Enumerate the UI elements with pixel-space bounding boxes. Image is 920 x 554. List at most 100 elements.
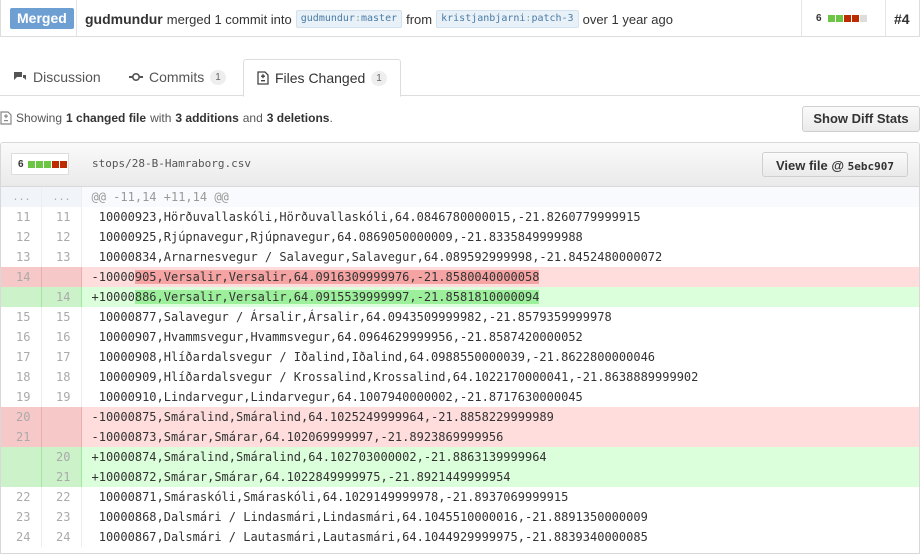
diff-code: @@ -11,14 +11,14 @@ <box>81 187 919 207</box>
head-branch-tag[interactable]: kristjanbjarni:patch-3 <box>436 10 579 28</box>
new-line-number[interactable]: 13 <box>41 247 82 267</box>
pr-number: #4 <box>894 11 910 27</box>
new-line-number[interactable] <box>41 407 82 427</box>
file-diffstat-count: 6 <box>18 158 24 170</box>
pr-tabs: Discussion Commits 1 Files Changed 1 <box>0 59 920 97</box>
diff-line-ctx: 16 16 10000907,Hvammsvegur,Hvammsvegur,64… <box>1 327 919 347</box>
base-user: gudmundur <box>300 13 355 24</box>
new-line-number[interactable]: 19 <box>41 387 82 407</box>
summary-prefix: Showing <box>16 111 63 125</box>
code-text: -10000875,Smáralind,Smáralind,64.1025249… <box>91 410 554 424</box>
old-line-number[interactable]: 11 <box>1 207 42 227</box>
old-line-number[interactable] <box>1 287 42 307</box>
diffstat-add-block <box>35 160 43 168</box>
new-line-number[interactable]: ... <box>41 187 82 207</box>
file-path: stops/28-B-Hamraborg.csv <box>92 157 251 170</box>
new-line-number[interactable]: 23 <box>41 507 82 527</box>
view-file-button[interactable]: View file @ 5ebc907 <box>762 152 908 177</box>
head-user: kristjanbjarni <box>441 13 526 24</box>
old-line-number[interactable] <box>1 447 42 467</box>
old-line-number[interactable]: 23 <box>1 507 42 527</box>
summary-and: and <box>242 111 263 125</box>
new-line-number[interactable]: 21 <box>41 467 82 487</box>
code-text: +10000874,Smáralind,Smáralind,64.1027030… <box>91 450 547 464</box>
head-branch: patch-3 <box>531 13 574 24</box>
old-line-number[interactable]: ... <box>1 187 42 207</box>
old-line-number[interactable]: 18 <box>1 367 42 387</box>
old-line-number[interactable] <box>1 467 42 487</box>
diff-code: +10000886,Versalir,Versalir,64.091553999… <box>81 287 919 307</box>
tab-commits[interactable]: Commits 1 <box>129 59 226 95</box>
show-diff-stats-button[interactable]: Show Diff Stats <box>802 106 920 132</box>
diff-code: 10000909,Hlíðardalsvegur / Krossalind,Kr… <box>91 370 699 384</box>
code-text: -10000873,Smárar,Smárar,64.102069999997,… <box>91 430 504 444</box>
commit-sha: 5ebc907 <box>847 160 895 173</box>
file-diff-icon <box>0 111 12 125</box>
old-line-number[interactable]: 20 <box>1 407 42 427</box>
diff-code: -10000873,Smárar,Smárar,64.102069999997,… <box>81 427 919 447</box>
diff-code: 10000907,Hvammsvegur,Hvammsvegur,64.0964… <box>91 330 583 344</box>
old-line-number[interactable]: 15 <box>1 307 42 327</box>
tab-label: Discussion <box>33 69 101 85</box>
old-line-number[interactable]: 12 <box>1 227 42 247</box>
diffstat-count: 6 <box>816 13 822 24</box>
merged-status-badge: Merged <box>10 8 74 29</box>
new-line-number[interactable]: 24 <box>41 527 82 547</box>
diff-line-ctx: 24 24 10000867,Dalsmári / Lautasmári,Laut… <box>1 527 919 547</box>
diffstat-add-block <box>27 160 35 168</box>
code-text: +10000872,Smárar,Smárar,64.1022849999975… <box>91 470 511 484</box>
merge-summary: gudmundur merged 1 commit into gudmundur… <box>85 10 673 28</box>
old-line-number[interactable]: 17 <box>1 347 42 367</box>
diff-code: 10000910,Lindarvegur,Lindarvegur,64.1007… <box>91 390 583 404</box>
new-line-number[interactable] <box>41 427 82 447</box>
file-diff-icon <box>257 71 269 85</box>
new-line-number[interactable]: 16 <box>41 327 82 347</box>
diffstat-del-block <box>843 15 851 22</box>
diff-code: -10000905,Versalir,Versalir,64.091630999… <box>81 267 919 287</box>
diffstat-del-block <box>51 160 59 168</box>
diff-line-ctx: 17 17 10000908,Hlíðardalsvegur / Iðalind,… <box>1 347 919 367</box>
diff-line-add: 21 +10000872,Smárar,Smárar,64.10228499999… <box>1 467 919 487</box>
diffstat-add-block <box>827 15 835 22</box>
diff-line-ctx: 23 23 10000868,Dalsmári / Lindasmári,Lind… <box>1 507 919 527</box>
new-line-number[interactable]: 17 <box>41 347 82 367</box>
diff-line-ctx: 19 19 10000910,Lindarvegur,Lindarvegur,64… <box>1 387 919 407</box>
header-divider <box>801 0 802 36</box>
tab-discussion[interactable]: Discussion <box>13 59 101 95</box>
old-line-number[interactable]: 13 <box>1 247 42 267</box>
diff-line-add: 14 +10000886,Versalir,Versalir,64.0915539… <box>1 287 919 307</box>
new-line-number[interactable]: 22 <box>41 487 82 507</box>
old-line-number[interactable]: 22 <box>1 487 42 507</box>
old-line-number[interactable]: 14 <box>1 267 42 287</box>
old-line-number[interactable]: 19 <box>1 387 42 407</box>
diff-hunk-row: ...... @@ -11,14 +11,14 @@ <box>1 187 919 207</box>
new-line-number[interactable]: 15 <box>41 307 82 327</box>
old-line-number[interactable]: 21 <box>1 427 42 447</box>
tab-files-changed[interactable]: Files Changed 1 <box>243 59 401 97</box>
new-line-number[interactable]: 20 <box>41 447 82 467</box>
diffstat-add-block <box>835 15 843 22</box>
new-line-number[interactable]: 12 <box>41 227 82 247</box>
diff-code: +10000872,Smárar,Smárar,64.1022849999975… <box>81 467 919 487</box>
diff-code: 10000867,Dalsmári / Lautasmári,Lautasmár… <box>91 530 648 544</box>
diffstat-neutral-block <box>859 15 867 22</box>
diffstat-blocks <box>827 15 867 22</box>
old-line-number[interactable]: 24 <box>1 527 42 547</box>
diff-table: ...... @@ -11,14 +11,14 @@ 11 11 10000923,H… <box>1 187 919 547</box>
diff-line-ctx: 15 15 10000877,Salavegur / Ársalir,Ársali… <box>1 307 919 327</box>
code-text: -10000 <box>91 270 135 284</box>
old-line-number[interactable]: 16 <box>1 327 42 347</box>
new-line-number[interactable] <box>41 267 82 287</box>
new-line-number[interactable]: 11 <box>41 207 82 227</box>
header-divider <box>885 0 886 36</box>
base-branch-tag[interactable]: gudmundur:master <box>295 10 403 28</box>
from-text: from <box>406 11 433 27</box>
file-header: 6 stops/28-B-Hamraborg.csv View file @ 5… <box>1 143 919 187</box>
file-diff: 6 stops/28-B-Hamraborg.csv View file @ 5… <box>0 142 920 554</box>
new-line-number[interactable]: 18 <box>41 367 82 387</box>
changed-text-highlight: 886,Versalir,Versalir,64.0915539999997,-… <box>134 290 540 304</box>
diff-line-ctx: 22 22 10000871,Smáraskóli,Smáraskóli,64.1… <box>1 487 919 507</box>
diff-code: 10000834,Arnarnesvegur / Salavegur,Salav… <box>91 250 663 264</box>
new-line-number[interactable]: 14 <box>41 287 82 307</box>
author-link[interactable]: gudmundur <box>85 11 163 27</box>
